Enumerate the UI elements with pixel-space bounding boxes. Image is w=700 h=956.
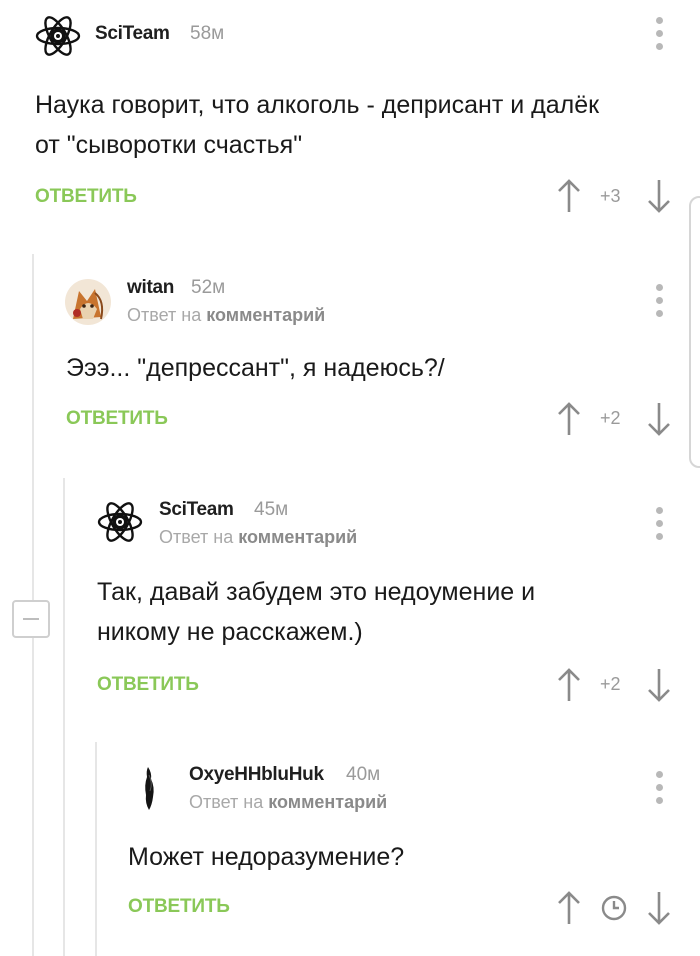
- comment-time: 52м: [191, 277, 226, 298]
- username[interactable]: SciTeam: [159, 499, 234, 521]
- arrow-down-icon[interactable]: [646, 178, 672, 214]
- arrow-down-icon[interactable]: [646, 401, 672, 437]
- comment-witan: witan 52м Ответ на комментарий Эээ... "д…: [0, 240, 700, 460]
- username[interactable]: witan: [127, 277, 174, 299]
- comment-body-line: Эээ... "депрессант", я надеюсь?/: [66, 354, 445, 382]
- reply-to-label: Ответ на комментарий: [159, 527, 357, 548]
- reply-to-prefix: Ответ на: [189, 792, 264, 812]
- reply-to-comment-link[interactable]: комментарий: [268, 792, 387, 812]
- kebab-menu-icon[interactable]: [651, 771, 667, 805]
- comment-time: 40м: [346, 764, 381, 785]
- arrow-up-icon[interactable]: [556, 667, 582, 703]
- comment-time: 58м: [190, 23, 225, 44]
- vote-score: +2: [600, 674, 621, 694]
- comment-body: Эээ... "депрессант", я надеюсь?/: [66, 348, 445, 388]
- comment-body: Так, давай забудем это недоумение и нико…: [97, 572, 535, 652]
- comment-sciteam-1: SciTeam 58м Наука говорит, что алкоголь …: [0, 0, 700, 230]
- comment-sciteam-2: SciTeam 45м Ответ на комментарий Так, да…: [0, 470, 700, 730]
- reply-button[interactable]: ОТВЕТИТЬ: [35, 186, 137, 208]
- comment-body-line: от "сыворотки счастья": [35, 131, 303, 159]
- fox-avatar[interactable]: [65, 279, 111, 325]
- arrow-up-icon[interactable]: [556, 890, 582, 926]
- reply-to-prefix: Ответ на: [127, 305, 202, 325]
- arrow-up-icon[interactable]: [556, 178, 582, 214]
- comment-oxyehhbluhuk: OxyeHHbluHuk 40м Ответ на комментарий Мо…: [0, 740, 700, 956]
- dark-silhouette-avatar[interactable]: [127, 765, 173, 811]
- username[interactable]: OxyeHHbluHuk: [189, 764, 324, 786]
- reply-to-comment-link[interactable]: комментарий: [206, 305, 325, 325]
- vote-score: +2: [600, 408, 621, 428]
- reply-to-comment-link[interactable]: комментарий: [238, 527, 357, 547]
- comment-body-line: Так, давай забудем это недоумение и: [97, 578, 536, 606]
- kebab-menu-icon[interactable]: [651, 284, 667, 318]
- comment-body-line: никому не расскажем.): [97, 618, 363, 646]
- comment-body-line: Наука говорит, что алкоголь - деприсант …: [35, 91, 600, 119]
- arrow-down-icon[interactable]: [646, 890, 672, 926]
- kebab-menu-icon[interactable]: [651, 507, 667, 541]
- reply-button[interactable]: ОТВЕТИТЬ: [66, 408, 168, 430]
- atom-logo-avatar[interactable]: [97, 499, 143, 545]
- comment-body-line: Может недоразумение?: [128, 843, 405, 871]
- atom-logo-avatar[interactable]: [35, 13, 81, 59]
- reply-button[interactable]: ОТВЕТИТЬ: [97, 674, 199, 696]
- arrow-down-icon[interactable]: [646, 667, 672, 703]
- comment-body: Может недоразумение?: [128, 837, 404, 877]
- vote-score: +3: [600, 186, 621, 206]
- reply-to-label: Ответ на комментарий: [189, 792, 387, 813]
- reply-to-label: Ответ на комментарий: [127, 305, 325, 326]
- reply-to-prefix: Ответ на: [159, 527, 234, 547]
- kebab-menu-icon[interactable]: [651, 17, 667, 51]
- comment-time: 45м: [254, 499, 289, 520]
- arrow-up-icon[interactable]: [556, 401, 582, 437]
- reply-button[interactable]: ОТВЕТИТЬ: [128, 896, 230, 918]
- comment-body: Наука говорит, что алкоголь - деприсант …: [35, 85, 599, 165]
- username[interactable]: SciTeam: [95, 23, 170, 45]
- clock-icon: [600, 894, 628, 922]
